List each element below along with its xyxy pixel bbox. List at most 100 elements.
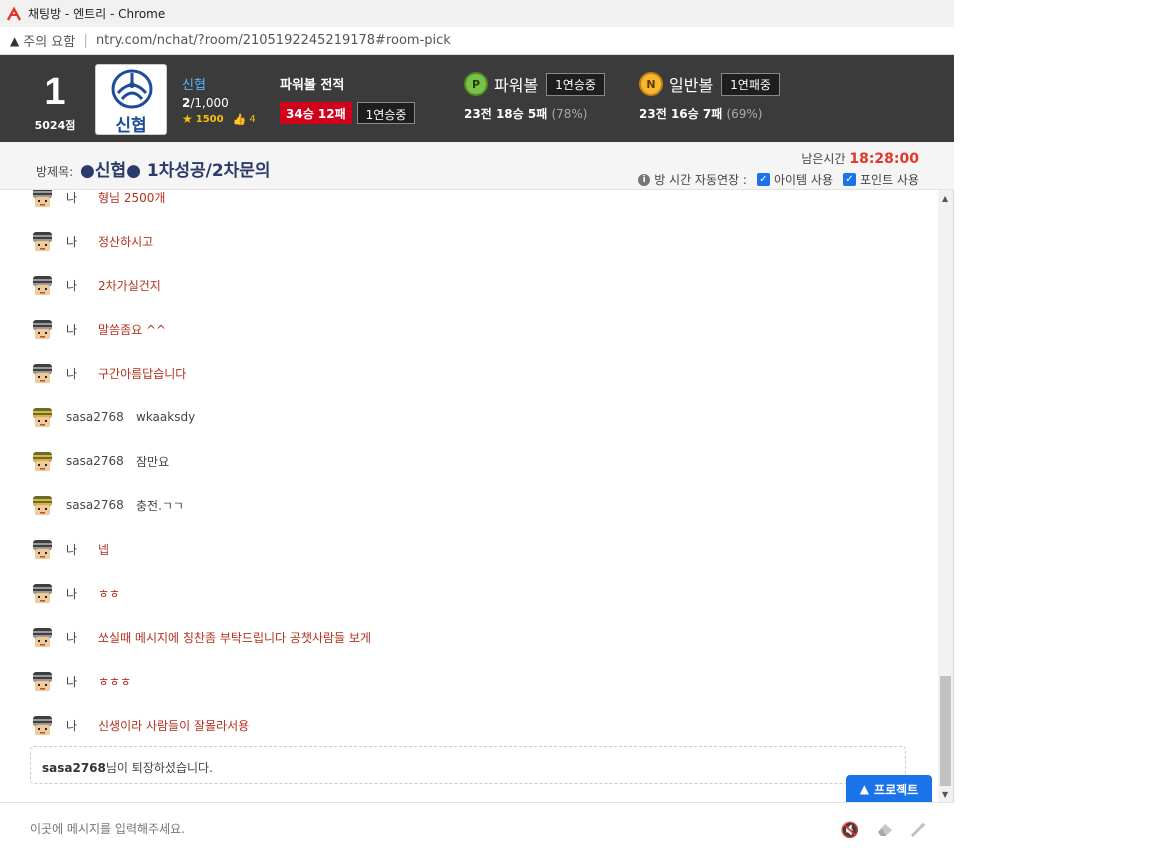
message-text: wkaaksdy [136,410,196,424]
magic-wand-icon[interactable] [909,821,929,839]
chat-message: sasa2768 잠만요 [30,448,169,474]
mute-icon[interactable]: 🔇 [840,821,860,839]
powerball-coin-icon: P [464,72,488,96]
message-sender[interactable]: sasa2768 [66,498,136,512]
item-use-label[interactable]: 아이템 사용 [774,171,833,188]
record-win-loss: 34승 12패 [280,102,352,124]
logo-text: 신협 [115,116,147,136]
message-text: ㅎㅎ [98,586,121,601]
protect-button[interactable]: ▲ 프로젝트 [846,775,932,803]
message-sender[interactable]: 나 [66,365,98,382]
message-sender[interactable]: 나 [66,541,98,558]
user-avatar-icon[interactable] [30,317,55,342]
auto-extend-label: 방 시간 자동연장 : [654,173,747,187]
message-text: 정산하시고 [98,234,154,249]
message-text: 2차가실건지 [98,278,161,293]
user-avatar-icon[interactable] [30,405,55,430]
user-avatar-icon[interactable] [30,361,55,386]
message-sender[interactable]: 나 [66,717,98,734]
normalball-wins: 16승 [670,107,699,121]
address-bar[interactable]: ▲ 주의 요함 | ntry.com/nchat/?room/210519224… [0,27,954,55]
notice-text: 님이 퇴장하셨습니다. [105,761,213,775]
user-avatar-icon[interactable] [30,625,55,650]
point-use-label[interactable]: 포인트 사용 [860,171,919,188]
info-icon[interactable]: i [638,173,651,186]
message-sender[interactable]: 나 [66,629,98,646]
message-text: 구간아름답습니다 [98,366,187,381]
club-emblem-icon [111,69,153,109]
room-options: i 방 시간 자동연장 : ✓ 아이템 사용 ✓ 포인트 사용 [638,171,919,188]
chat-message: sasa2768 wkaaksdy [30,404,195,430]
scroll-up-arrow-icon[interactable]: ▲ [942,194,948,203]
scroll-down-arrow-icon[interactable]: ▼ [942,790,948,799]
chat-scrollbar[interactable]: ▲ ▼ [938,190,953,802]
eraser-icon[interactable] [875,821,895,839]
message-text: 신생이라 사람들이 잘몰라서용 [98,718,250,733]
item-use-checkbox[interactable]: ✓ [756,173,770,186]
club-info: 신협 2/1,000 ★ 1500 👍 4 [182,74,256,126]
security-label[interactable]: 주의 요함 [23,31,75,50]
record-title: 파워볼 전적 [280,78,345,93]
title-bar: 채팅방 - 엔트리 - Chrome [0,0,954,27]
message-sender[interactable]: 나 [66,673,98,690]
chat-message: 나 ㅎㅎ [30,580,120,606]
user-avatar-icon[interactable] [30,669,55,694]
message-sender[interactable]: 나 [66,190,98,206]
user-avatar-icon[interactable] [30,190,55,210]
message-sender[interactable]: sasa2768 [66,454,136,468]
entry-logo-icon [6,5,22,22]
normalball-pct: (69%) [726,107,763,121]
message-text: 말씀좀요 ^^ [98,322,167,337]
room-title-label: 방제목: [36,165,74,179]
chat-message: 나 정산하시고 [30,228,153,254]
message-sender[interactable]: 나 [66,321,98,338]
powerball-pct: (78%) [551,107,588,121]
browser-window: 채팅방 - 엔트리 - Chrome ▲ 주의 요함 | ntry.com/nc… [0,0,954,852]
scroll-thumb[interactable] [940,676,951,786]
powerball-losses: 5패 [527,107,548,121]
room-title: ●신협● 1차성공/2차문의 [80,161,271,181]
message-sender[interactable]: 나 [66,585,98,602]
message-sender[interactable]: 나 [66,277,98,294]
chat-message-list[interactable]: 나 형님 2500개 나 정산하시고 나 2차가실건지 나 말씀좀요 ^^ 나 구간아름답습니다 s… [0,190,938,802]
warning-icon[interactable]: ▲ [10,34,19,48]
rank-number: 1 [44,71,66,113]
chat-message: 나 ㅎㅎㅎ [30,668,131,694]
message-text: 충전.ㄱㄱ [136,498,184,513]
chat-message: 나 형님 2500개 [30,190,165,210]
message-input-bar: 🔇 [0,802,954,852]
normalball-name: 일반볼 [669,76,714,95]
club-logo: 신협 [95,64,167,136]
user-avatar-icon[interactable] [30,713,55,738]
message-sender[interactable]: 나 [66,233,98,250]
chat-message: sasa2768 충전.ㄱㄱ [30,492,184,518]
normalball-streak: 1연패중 [721,72,780,96]
message-sender[interactable]: sasa2768 [66,410,136,424]
user-avatar-icon[interactable] [30,581,55,606]
user-avatar-icon[interactable] [30,229,55,254]
chat-message: 나 말씀좀요 ^^ [30,316,166,342]
message-text: 형님 2500개 [98,190,166,205]
chat-message: 나 구간아름답습니다 [30,360,186,386]
notice-user: sasa2768 [42,761,106,775]
user-avatar-icon[interactable] [30,449,55,474]
user-avatar-icon[interactable] [30,537,55,562]
normalball-stats: N 일반볼 1연패중 23전 16승 7패 (69%) [639,72,780,122]
room-header: 1 5024점 신협 신협 2/1,000 ★ 1500 👍 4 파워볼 전적 … [0,55,954,142]
members-max: /1,000 [190,96,229,110]
remaining-time: 남은시간 18:28:00 [801,150,919,167]
caret-up-icon: ▲ [859,782,870,796]
point-use-checkbox[interactable]: ✓ [842,173,856,186]
user-avatar-icon[interactable] [30,493,55,518]
club-stats: ★ 1500 👍 4 [182,112,256,126]
club-name[interactable]: 신협 [182,74,256,93]
powerball-streak: 1연승중 [546,72,605,96]
user-avatar-icon[interactable] [30,273,55,298]
protect-button-label: 프로젝트 [874,782,919,797]
message-text: 잠만요 [136,454,170,469]
powerball-record: 파워볼 전적 34승 12패 1연승중 [280,74,416,124]
url-text[interactable]: ntry.com/nchat/?room/2105192245219178#ro… [96,33,451,48]
chat-message: 나넵 [30,536,109,562]
powerball-name: 파워볼 [494,76,539,95]
message-input[interactable] [30,822,630,836]
